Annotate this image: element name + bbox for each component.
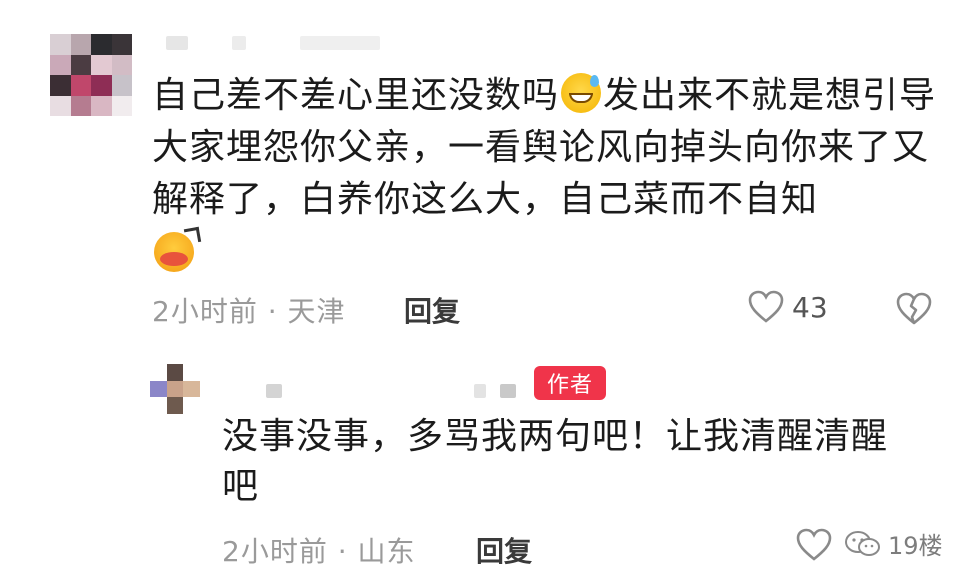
comment-text-part1: 自己差不差心里还没数吗 bbox=[152, 75, 560, 116]
username-blurred bbox=[232, 36, 246, 50]
avatar[interactable] bbox=[150, 364, 200, 414]
comment-time-location: 2小时前 · 天津 bbox=[152, 295, 346, 328]
watermark-text: 19楼 bbox=[888, 532, 943, 560]
avatar[interactable] bbox=[50, 34, 132, 116]
heart-icon bbox=[796, 528, 832, 562]
username-blurred bbox=[474, 384, 486, 398]
comment-text: 自己差不差心里还没数吗 发出来不就是想引导大家埋怨你父亲，一看舆论风向掉头向你来了… bbox=[152, 70, 942, 281]
heart-icon bbox=[748, 290, 784, 324]
reply-time-location: 2小时前 · 山东 bbox=[222, 535, 416, 568]
like-count: 43 bbox=[792, 290, 828, 324]
dislike-button[interactable] bbox=[896, 292, 932, 326]
reply-button[interactable]: 回复 bbox=[404, 290, 460, 330]
broken-heart-icon bbox=[896, 292, 932, 326]
like-button[interactable]: 43 bbox=[748, 290, 828, 324]
username-blurred bbox=[300, 36, 380, 50]
wechat-logo-icon bbox=[844, 530, 882, 558]
reply-button[interactable]: 回复 bbox=[476, 530, 532, 570]
username-blurred bbox=[500, 384, 516, 398]
username-blurred bbox=[266, 384, 282, 398]
author-badge: 作者 bbox=[534, 366, 606, 400]
sweat-smile-icon bbox=[561, 73, 602, 113]
username-blurred bbox=[166, 36, 188, 50]
watermark: 19楼 bbox=[844, 526, 943, 561]
reply-text: 没事没事，多骂我两句吧！让我清醒清醒吧 bbox=[222, 416, 889, 507]
like-button[interactable] bbox=[796, 528, 832, 562]
angry-face-icon bbox=[154, 232, 194, 272]
